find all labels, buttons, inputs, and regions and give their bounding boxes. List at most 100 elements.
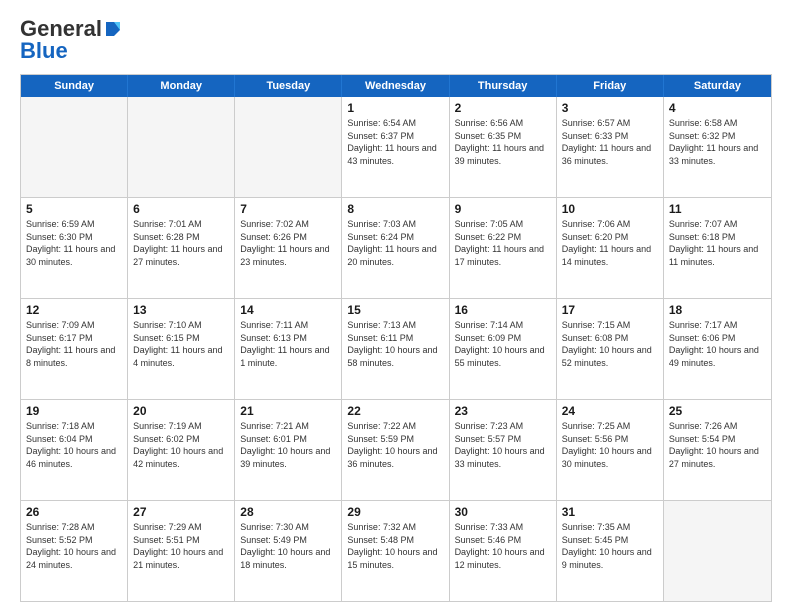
cell-info: Sunrise: 7:01 AM Sunset: 6:28 PM Dayligh…: [133, 218, 229, 268]
day-headers: SundayMondayTuesdayWednesdayThursdayFrid…: [21, 75, 771, 97]
calendar-row: 26 Sunrise: 7:28 AM Sunset: 5:52 PM Dayli…: [21, 500, 771, 601]
cell-day-16: 16 Sunrise: 7:14 AM Sunset: 6:09 PM Dayli…: [450, 299, 557, 399]
cell-info: Sunrise: 7:10 AM Sunset: 6:15 PM Dayligh…: [133, 319, 229, 369]
cell-info: Sunrise: 7:29 AM Sunset: 5:51 PM Dayligh…: [133, 521, 229, 571]
day-number: 6: [133, 202, 229, 216]
cell-info: Sunrise: 7:13 AM Sunset: 6:11 PM Dayligh…: [347, 319, 443, 369]
cell-info: Sunrise: 7:26 AM Sunset: 5:54 PM Dayligh…: [669, 420, 766, 470]
cell-day-27: 27 Sunrise: 7:29 AM Sunset: 5:51 PM Dayli…: [128, 501, 235, 601]
day-number: 5: [26, 202, 122, 216]
cell-info: Sunrise: 7:14 AM Sunset: 6:09 PM Dayligh…: [455, 319, 551, 369]
day-number: 10: [562, 202, 658, 216]
cell-day-13: 13 Sunrise: 7:10 AM Sunset: 6:15 PM Dayli…: [128, 299, 235, 399]
day-number: 7: [240, 202, 336, 216]
cell-day-26: 26 Sunrise: 7:28 AM Sunset: 5:52 PM Dayli…: [21, 501, 128, 601]
cell-day-15: 15 Sunrise: 7:13 AM Sunset: 6:11 PM Dayli…: [342, 299, 449, 399]
cell-day-30: 30Sunrise: 7:33 AM Sunset: 5:46 PM Dayli…: [450, 501, 557, 601]
day-number: 8: [347, 202, 443, 216]
cell-day-10: 10 Sunrise: 7:06 AM Sunset: 6:20 PM Dayli…: [557, 198, 664, 298]
day-number: 31: [562, 505, 658, 519]
cell-info: Sunrise: 7:19 AM Sunset: 6:02 PM Dayligh…: [133, 420, 229, 470]
cell-info: Sunrise: 7:09 AM Sunset: 6:17 PM Dayligh…: [26, 319, 122, 369]
day-number: 4: [669, 101, 766, 115]
cell-info: Sunrise: 7:15 AM Sunset: 6:08 PM Dayligh…: [562, 319, 658, 369]
day-number: 29: [347, 505, 443, 519]
day-number: 22: [347, 404, 443, 418]
day-number: 11: [669, 202, 766, 216]
cell-info: Sunrise: 7:02 AM Sunset: 6:26 PM Dayligh…: [240, 218, 336, 268]
cell-day-24: 24Sunrise: 7:25 AM Sunset: 5:56 PM Dayli…: [557, 400, 664, 500]
day-number: 16: [455, 303, 551, 317]
day-number: 27: [133, 505, 229, 519]
page: General Blue SundayMondayTuesdayWednesda…: [0, 0, 792, 612]
cell-info: Sunrise: 7:17 AM Sunset: 6:06 PM Dayligh…: [669, 319, 766, 369]
cell-day-8: 8 Sunrise: 7:03 AM Sunset: 6:24 PM Daylig…: [342, 198, 449, 298]
cell-info: Sunrise: 7:03 AM Sunset: 6:24 PM Dayligh…: [347, 218, 443, 268]
day-number: 20: [133, 404, 229, 418]
cell-info: Sunrise: 6:59 AM Sunset: 6:30 PM Dayligh…: [26, 218, 122, 268]
cell-day-14: 14Sunrise: 7:11 AM Sunset: 6:13 PM Dayli…: [235, 299, 342, 399]
cell-day-17: 17 Sunrise: 7:15 AM Sunset: 6:08 PM Dayli…: [557, 299, 664, 399]
calendar-row: 5 Sunrise: 6:59 AM Sunset: 6:30 PM Daylig…: [21, 197, 771, 298]
cell-info: Sunrise: 7:35 AM Sunset: 5:45 PM Dayligh…: [562, 521, 658, 571]
calendar: SundayMondayTuesdayWednesdayThursdayFrid…: [20, 74, 772, 602]
day-number: 25: [669, 404, 766, 418]
cell-day-11: 11Sunrise: 7:07 AM Sunset: 6:18 PM Dayli…: [664, 198, 771, 298]
cell-day-25: 25 Sunrise: 7:26 AM Sunset: 5:54 PM Dayli…: [664, 400, 771, 500]
cell-info: Sunrise: 6:56 AM Sunset: 6:35 PM Dayligh…: [455, 117, 551, 167]
day-number: 1: [347, 101, 443, 115]
day-header-monday: Monday: [128, 75, 235, 97]
day-header-friday: Friday: [557, 75, 664, 97]
day-header-wednesday: Wednesday: [342, 75, 449, 97]
cell-day-20: 20 Sunrise: 7:19 AM Sunset: 6:02 PM Dayli…: [128, 400, 235, 500]
cell-info: Sunrise: 6:54 AM Sunset: 6:37 PM Dayligh…: [347, 117, 443, 167]
cell-day-23: 23 Sunrise: 7:23 AM Sunset: 5:57 PM Dayli…: [450, 400, 557, 500]
day-number: 21: [240, 404, 336, 418]
calendar-row: 1 Sunrise: 6:54 AM Sunset: 6:37 PM Daylig…: [21, 97, 771, 197]
cell-info: Sunrise: 7:32 AM Sunset: 5:48 PM Dayligh…: [347, 521, 443, 571]
cell-info: Sunrise: 7:21 AM Sunset: 6:01 PM Dayligh…: [240, 420, 336, 470]
calendar-row: 19Sunrise: 7:18 AM Sunset: 6:04 PM Dayli…: [21, 399, 771, 500]
day-header-thursday: Thursday: [450, 75, 557, 97]
cell-day-19: 19Sunrise: 7:18 AM Sunset: 6:04 PM Dayli…: [21, 400, 128, 500]
day-number: 30: [455, 505, 551, 519]
cell-day-22: 22Sunrise: 7:22 AM Sunset: 5:59 PM Dayli…: [342, 400, 449, 500]
cell-day-4: 4 Sunrise: 6:58 AM Sunset: 6:32 PM Daylig…: [664, 97, 771, 197]
day-number: 24: [562, 404, 658, 418]
cell-info: Sunrise: 7:28 AM Sunset: 5:52 PM Dayligh…: [26, 521, 122, 571]
day-number: 15: [347, 303, 443, 317]
day-number: 12: [26, 303, 122, 317]
day-header-tuesday: Tuesday: [235, 75, 342, 97]
cell-day-12: 12 Sunrise: 7:09 AM Sunset: 6:17 PM Dayli…: [21, 299, 128, 399]
day-number: 17: [562, 303, 658, 317]
cell-day-21: 21 Sunrise: 7:21 AM Sunset: 6:01 PM Dayli…: [235, 400, 342, 500]
cell-day-1: 1 Sunrise: 6:54 AM Sunset: 6:37 PM Daylig…: [342, 97, 449, 197]
cell-day-6: 6 Sunrise: 7:01 AM Sunset: 6:28 PM Daylig…: [128, 198, 235, 298]
cell-day-31: 31 Sunrise: 7:35 AM Sunset: 5:45 PM Dayli…: [557, 501, 664, 601]
cell-day-5: 5 Sunrise: 6:59 AM Sunset: 6:30 PM Daylig…: [21, 198, 128, 298]
cell-info: Sunrise: 7:05 AM Sunset: 6:22 PM Dayligh…: [455, 218, 551, 268]
day-number: 9: [455, 202, 551, 216]
cell-info: Sunrise: 7:30 AM Sunset: 5:49 PM Dayligh…: [240, 521, 336, 571]
day-number: 26: [26, 505, 122, 519]
cell-empty: [21, 97, 128, 197]
logo-blue: Blue: [20, 38, 68, 64]
cell-info: Sunrise: 7:11 AM Sunset: 6:13 PM Dayligh…: [240, 319, 336, 369]
day-number: 13: [133, 303, 229, 317]
cell-day-7: 7 Sunrise: 7:02 AM Sunset: 6:26 PM Daylig…: [235, 198, 342, 298]
day-number: 3: [562, 101, 658, 115]
cell-empty: [235, 97, 342, 197]
day-number: 23: [455, 404, 551, 418]
day-number: 2: [455, 101, 551, 115]
cell-info: Sunrise: 7:23 AM Sunset: 5:57 PM Dayligh…: [455, 420, 551, 470]
cell-day-18: 18Sunrise: 7:17 AM Sunset: 6:06 PM Dayli…: [664, 299, 771, 399]
cell-info: Sunrise: 6:58 AM Sunset: 6:32 PM Dayligh…: [669, 117, 766, 167]
cell-day-29: 29 Sunrise: 7:32 AM Sunset: 5:48 PM Dayli…: [342, 501, 449, 601]
cell-empty: [664, 501, 771, 601]
day-header-saturday: Saturday: [664, 75, 771, 97]
calendar-row: 12 Sunrise: 7:09 AM Sunset: 6:17 PM Dayli…: [21, 298, 771, 399]
cell-info: Sunrise: 7:06 AM Sunset: 6:20 PM Dayligh…: [562, 218, 658, 268]
day-number: 19: [26, 404, 122, 418]
day-number: 28: [240, 505, 336, 519]
cell-day-2: 2 Sunrise: 6:56 AM Sunset: 6:35 PM Daylig…: [450, 97, 557, 197]
